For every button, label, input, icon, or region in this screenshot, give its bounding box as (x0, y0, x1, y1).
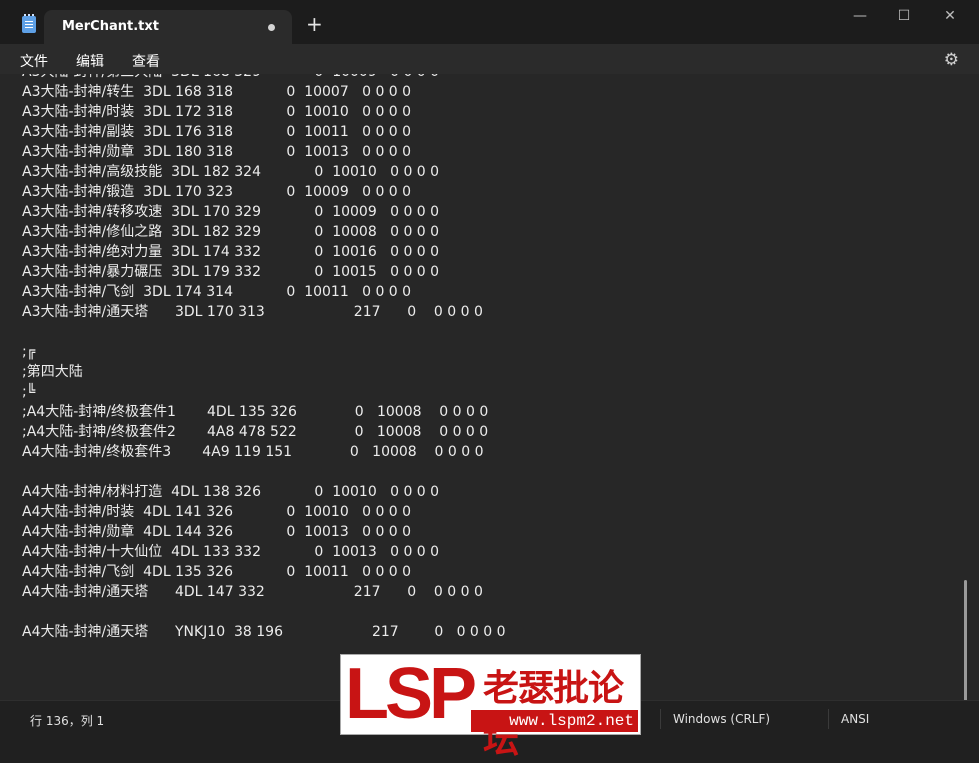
maximize-button[interactable]: ☐ (892, 8, 916, 26)
status-divider (660, 709, 661, 729)
unsaved-dot-icon[interactable] (268, 24, 275, 31)
close-button[interactable]: ✕ (938, 8, 962, 26)
title-bar: MerChant.txt + — ☐ ✕ (0, 0, 979, 44)
watermark-banner: LSP 老瑟批论坛 www.lspm2.net (340, 654, 641, 761)
text-line: ;╔ (22, 344, 36, 360)
line-ending[interactable]: Windows (CRLF) (673, 712, 770, 726)
tab-title: MerChant.txt (62, 19, 159, 34)
text-line: ;A4大陆-封神/终极套件1 4DL 135 326 0 10008 0 0 0… (22, 404, 489, 420)
text-line: A4大陆-封神/通天塔 YNKJ10 38 196 217 0 0 0 0 0 (22, 624, 506, 640)
encoding[interactable]: ANSI (841, 712, 869, 726)
text-line: A3大陆-封神/暴力碾压 3DL 179 332 0 10015 0 0 0 0 (22, 264, 440, 280)
text-line: ;╚ (22, 384, 36, 400)
text-line: A4大陆-封神/终极套件3 4A9 119 151 0 10008 0 0 0 … (22, 444, 484, 460)
notepad-icon (22, 14, 36, 33)
menu-view[interactable]: 查看 (132, 51, 160, 71)
text-line: A3大陆-封神/高级技能 3DL 182 324 0 10010 0 0 0 0 (22, 164, 440, 180)
menu-edit[interactable]: 编辑 (76, 51, 104, 71)
text-line: A3大陆-封神/时装 3DL 172 318 0 10010 0 0 0 0 (22, 104, 412, 120)
text-editor[interactable]: A3大陆-封神/第三大陆 3DL 168 329 0 10009 0 0 0 0… (0, 74, 979, 700)
text-line: A3大陆-封神/转移攻速 3DL 170 329 0 10009 0 0 0 0 (22, 204, 440, 220)
text-line: A4大陆-封神/飞剑 4DL 135 326 0 10011 0 0 0 0 (22, 564, 412, 580)
text-line: A3大陆-封神/转生 3DL 168 318 0 10007 0 0 0 0 (22, 84, 412, 100)
text-line: A3大陆-封神/修仙之路 3DL 182 329 0 10008 0 0 0 0 (22, 224, 440, 240)
minimize-button[interactable]: — (848, 8, 872, 26)
text-line: A3大陆-封神/勋章 3DL 180 318 0 10013 0 0 0 0 (22, 144, 412, 160)
status-divider (828, 709, 829, 729)
text-line: ;第四大陆 (22, 364, 83, 380)
menu-file[interactable]: 文件 (20, 51, 48, 71)
text-line: A3大陆-封神/副装 3DL 176 318 0 10011 0 0 0 0 (22, 124, 412, 140)
text-line: A3大陆-封神/绝对力量 3DL 174 332 0 10016 0 0 0 0 (22, 244, 440, 260)
new-tab-button[interactable]: + (306, 14, 323, 34)
text-line: A4大陆-封神/通天塔 4DL 147 332 217 0 0 0 0 0 (22, 584, 483, 600)
text-line: A4大陆-封神/十大仙位 4DL 133 332 0 10013 0 0 0 0 (22, 544, 440, 560)
banner-logo: LSP (345, 654, 477, 734)
text-line: A4大陆-封神/材料打造 4DL 138 326 0 10010 0 0 0 0 (22, 484, 440, 500)
text-line: ;A4大陆-封神/终极套件2 4A8 478 522 0 10008 0 0 0… (22, 424, 489, 440)
text-line: A3大陆-封神/飞剑 3DL 174 314 0 10011 0 0 0 0 (22, 284, 412, 300)
text-line: A3大陆-封神/通天塔 3DL 170 313 217 0 0 0 0 0 (22, 304, 483, 320)
text-line: A3大陆-封神/锻造 3DL 170 323 0 10009 0 0 0 0 (22, 184, 412, 200)
text-line: A4大陆-封神/勋章 4DL 144 326 0 10013 0 0 0 0 (22, 524, 412, 540)
text-line: A4大陆-封神/时装 4DL 141 326 0 10010 0 0 0 0 (22, 504, 412, 520)
settings-gear-icon[interactable]: ⚙ (944, 50, 959, 70)
tab-merchant[interactable]: MerChant.txt (44, 10, 292, 44)
menu-bar: 文件 编辑 查看 ⚙ (0, 44, 979, 74)
vertical-scrollbar[interactable] (964, 580, 967, 700)
banner-url: www.lspm2.net (471, 710, 638, 732)
text-line: A3大陆-封神/第三大陆 3DL 168 329 0 10009 0 0 0 0 (22, 74, 439, 82)
cursor-position: 行 136，列 1 (30, 714, 105, 728)
